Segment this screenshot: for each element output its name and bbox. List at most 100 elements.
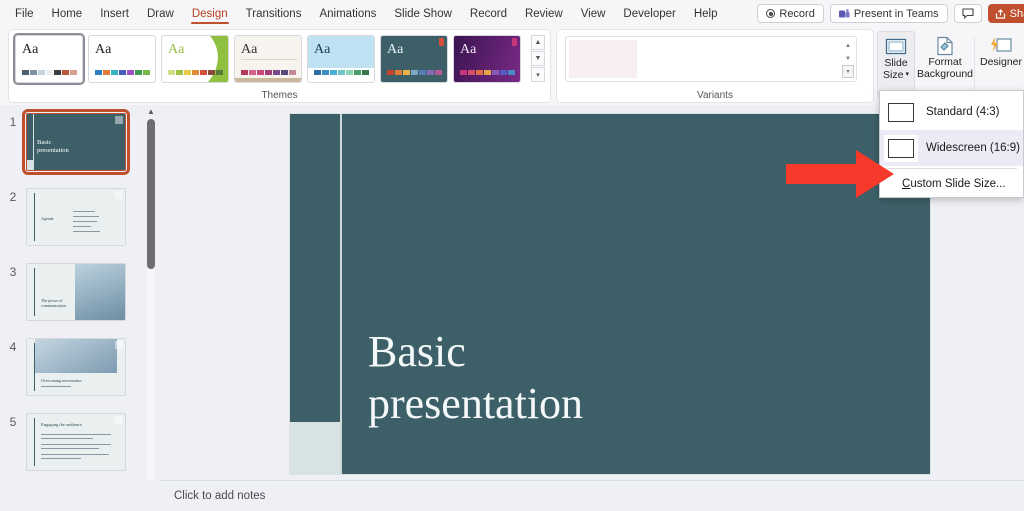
menu-item-standard-4-3[interactable]: Standard (4:3) bbox=[880, 94, 1023, 130]
format-background-button[interactable]: Format Background bbox=[916, 31, 974, 97]
ribbon-tab-review[interactable]: Review bbox=[516, 4, 572, 24]
thumbnail-row-1[interactable]: 1 Basic presentation bbox=[0, 109, 160, 175]
themes-scroll-controls[interactable]: ▲ ▼ ▾ bbox=[531, 35, 545, 82]
ribbon-tab-home[interactable]: Home bbox=[43, 4, 92, 24]
variant-thumb-pink[interactable] bbox=[569, 40, 637, 78]
menu-item-label: ustom Slide Size... bbox=[910, 178, 1006, 190]
theme-badge-icon bbox=[512, 38, 517, 46]
theme-swoosh-icon bbox=[207, 36, 228, 82]
slide-thumbnail-3[interactable]: The power of communication bbox=[26, 263, 126, 321]
theme-thumb-damask[interactable]: Aa bbox=[234, 35, 302, 83]
format-background-label-2: Background bbox=[916, 68, 974, 80]
share-button-label: Share bbox=[1009, 7, 1024, 20]
powerpoint-window: File Home Insert Draw Design Transitions… bbox=[0, 0, 1024, 511]
theme-aa-label: Aa bbox=[95, 42, 112, 57]
menu-item-label: Standard (4:3) bbox=[926, 106, 1000, 118]
thumbnail-row-5[interactable]: 5 Engaging the audience bbox=[0, 413, 160, 471]
ribbon-body: Aa Aa Aa Aa Aa Aa Aa ▲ ▼ ▾ Themes ▲ ▼ ▾ … bbox=[0, 27, 1024, 105]
variants-scroll-controls[interactable]: ▲ ▼ ▾ bbox=[842, 39, 854, 78]
theme-badge-icon bbox=[439, 38, 444, 46]
ribbon-tab-animations[interactable]: Animations bbox=[310, 4, 385, 24]
themes-scroll-up-icon[interactable]: ▲ bbox=[531, 35, 545, 50]
theme-thumb-berlin[interactable]: Aa bbox=[88, 35, 156, 83]
format-background-label-1: Format bbox=[928, 56, 962, 68]
slide-size-icon bbox=[885, 38, 907, 55]
thumbnail-scrollbar[interactable]: ▲ ▼ bbox=[144, 105, 158, 511]
theme-aa-label: Aa bbox=[314, 42, 331, 57]
thumbnail-row-2[interactable]: 2 Agenda bbox=[0, 188, 160, 246]
thumbnail-row-4[interactable]: 4 Overcoming nervousness bbox=[0, 338, 160, 396]
slide-thumbnail-5[interactable]: Engaging the audience bbox=[26, 413, 126, 471]
present-in-teams-button[interactable]: Present in Teams bbox=[829, 4, 948, 23]
menu-item-custom-slide-size[interactable]: Custom Slide Size... bbox=[880, 171, 1023, 197]
ribbon-tab-developer[interactable]: Developer bbox=[614, 4, 684, 24]
slide-thumbnail-4[interactable]: Overcoming nervousness bbox=[26, 338, 126, 396]
ribbon-tab-transitions[interactable]: Transitions bbox=[237, 4, 311, 24]
designer-button[interactable]: Designer bbox=[978, 31, 1024, 97]
record-icon bbox=[766, 9, 776, 18]
ribbon-tab-help[interactable]: Help bbox=[685, 4, 727, 24]
ribbon-tab-slide-show[interactable]: Slide Show bbox=[385, 4, 461, 24]
themes-scroll-down-icon[interactable]: ▼ bbox=[531, 51, 545, 66]
theme-thumb-celestial[interactable]: Aa bbox=[161, 35, 229, 83]
ribbon-tab-design[interactable]: Design bbox=[183, 4, 237, 24]
theme-aa-label: Aa bbox=[168, 42, 185, 57]
teams-icon bbox=[838, 8, 850, 17]
thumb-accent-line bbox=[33, 114, 34, 170]
slide-size-dropdown-menu[interactable]: Standard (4:3) Widescreen (16:9) Custom … bbox=[879, 90, 1024, 198]
theme-swatches bbox=[22, 70, 77, 75]
themes-group: Aa Aa Aa Aa Aa Aa Aa ▲ ▼ ▾ Themes bbox=[8, 29, 551, 103]
thumbnail-row-3[interactable]: 3 The power of communication bbox=[0, 263, 160, 321]
variants-group: ▲ ▼ ▾ Variants bbox=[556, 29, 874, 103]
share-button[interactable]: Share bbox=[987, 4, 1024, 23]
slide-thumbnail-1[interactable]: Basic presentation bbox=[22, 109, 130, 175]
slide-title-textbox[interactable]: Basic presentation bbox=[368, 326, 888, 430]
themes-gallery[interactable]: Aa Aa Aa Aa Aa Aa Aa bbox=[13, 33, 521, 85]
thumb-title: Engaging the audience bbox=[41, 422, 82, 427]
thumbnail-number: 3 bbox=[9, 265, 17, 279]
variants-more-icon[interactable]: ▾ bbox=[842, 65, 854, 78]
themes-group-label: Themes bbox=[261, 90, 298, 101]
share-icon bbox=[995, 8, 1005, 19]
ribbon-tab-draw[interactable]: Draw bbox=[138, 4, 183, 24]
theme-thumb-frame-purple[interactable]: Aa bbox=[453, 35, 521, 83]
thumbpane-footer bbox=[0, 480, 160, 511]
slide-thumbnail-2[interactable]: Agenda bbox=[26, 188, 126, 246]
variants-gallery[interactable]: ▲ ▼ ▾ bbox=[565, 36, 857, 82]
comments-button[interactable] bbox=[953, 4, 982, 23]
ribbon-tab-view[interactable]: View bbox=[572, 4, 615, 24]
menu-item-widescreen-16-9[interactable]: Widescreen (16:9) bbox=[880, 130, 1023, 166]
themes-more-icon[interactable]: ▾ bbox=[531, 67, 545, 82]
slide-left-column bbox=[290, 114, 340, 474]
scrollbar-thumb[interactable] bbox=[147, 119, 155, 269]
menu-item-accel: C bbox=[902, 178, 911, 190]
thumb-corner-mark bbox=[115, 116, 123, 124]
ribbon-separator bbox=[974, 37, 975, 93]
variants-scroll-down-icon[interactable]: ▼ bbox=[842, 52, 854, 65]
thumb-accent-line bbox=[34, 193, 35, 241]
present-in-teams-label: Present in Teams bbox=[853, 7, 939, 20]
slide-thumbnail-pane: 1 Basic presentation 2 Agenda 3 The powe… bbox=[0, 105, 160, 511]
record-button[interactable]: Record bbox=[757, 4, 824, 23]
notes-placeholder[interactable]: Click to add notes bbox=[174, 490, 265, 502]
theme-thumb-droplet[interactable]: Aa bbox=[307, 35, 375, 83]
theme-swatches bbox=[460, 70, 515, 75]
thumb-photo bbox=[35, 339, 117, 373]
notes-pane[interactable]: Click to add notes bbox=[160, 480, 1024, 511]
theme-swatches bbox=[95, 70, 150, 75]
slide-size-label-1: Slide bbox=[884, 57, 908, 69]
slide-size-label-2: Size bbox=[883, 69, 904, 81]
ribbon-tab-insert[interactable]: Insert bbox=[91, 4, 138, 24]
scroll-up-icon[interactable]: ▲ bbox=[146, 107, 156, 116]
ribbon-tab-record[interactable]: Record bbox=[461, 4, 516, 24]
theme-swatches bbox=[387, 70, 442, 75]
theme-thumb-office[interactable]: Aa bbox=[13, 33, 85, 85]
thumb-title: Agenda bbox=[41, 216, 54, 221]
ribbon-tab-file[interactable]: File bbox=[6, 4, 43, 24]
menu-item-label: Widescreen (16:9) bbox=[926, 142, 1020, 154]
slide-size-button[interactable]: Slide Size ▾ bbox=[877, 31, 915, 97]
theme-thumb-facet-dark[interactable]: Aa bbox=[380, 35, 448, 83]
thumbnail-number: 2 bbox=[9, 190, 17, 204]
theme-rule bbox=[241, 59, 297, 60]
variants-scroll-up-icon[interactable]: ▲ bbox=[842, 39, 854, 52]
